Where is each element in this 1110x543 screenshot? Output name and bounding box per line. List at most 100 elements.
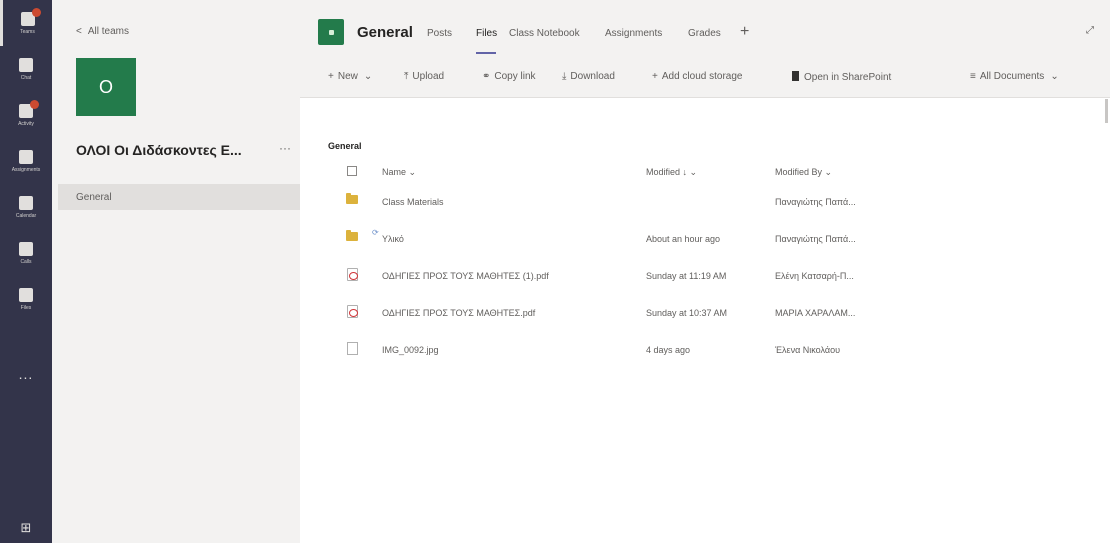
expand-icon[interactable]: ⤢ [1086,25,1094,36]
file-modified-by: Έλενα Νικολάου [775,344,840,355]
link-icon: ⚭ [482,71,491,82]
teams-icon [20,7,41,26]
scrollbar[interactable] [1105,99,1108,123]
rail-item-chat[interactable]: Chat [0,46,52,92]
file-name[interactable]: Class Materials [382,183,444,220]
tab-assignments[interactable]: Assignments [605,28,662,39]
file-name[interactable]: ΟΔΗΓΙΕΣ ΠΡΟΣ ΤΟΥΣ ΜΑΘΗΤΕΣ (1).pdf [382,257,549,294]
folder-icon [346,230,358,241]
all-teams-link[interactable]: < All teams [76,26,129,37]
file-modified: About an hour ago [646,233,721,244]
file-name[interactable]: IMG_0092.jpg [382,331,439,368]
add-cloud-label: Add cloud storage [661,71,743,82]
rail-label: Calendar [15,212,37,219]
rail-item-calendar[interactable]: Calendar [0,184,52,230]
rail-label: Assignments [11,166,41,173]
chevron-left-icon: < [76,26,82,37]
bell-icon [19,99,39,118]
tab-grades[interactable]: Grades [688,28,721,39]
sync-icon: ⟳ [372,228,379,237]
column-header-modified-by[interactable]: Modified By ⌄ [775,167,832,178]
main-panel: General Posts Files Class Notebook Assig… [300,0,1110,543]
file-modified: Sunday at 11:19 AM [646,270,727,281]
folder-icon [346,193,358,204]
back-link-label: All teams [87,26,129,37]
team-name: ΟΛΟΙ Οι Διδάσκοντες Ε... [76,142,242,158]
team-sidebar: < All teams O ΟΛΟΙ Οι Διδάσκοντες Ε... ·… [52,0,300,543]
file-modified: Sunday at 10:37 AM [646,307,728,318]
upload-label: Upload [412,71,445,82]
new-button[interactable]: + New ⌄ [328,71,376,82]
upload-button[interactable]: ⤒ Upload [404,71,444,82]
calendar-icon [19,195,33,210]
view-icon: ≡ [970,71,976,82]
add-tab-button[interactable]: + [740,23,749,41]
channel-title: General [357,24,413,41]
pdf-file-icon [347,305,358,318]
plus-icon: + [652,71,658,82]
select-all-checkbox[interactable] [347,166,357,176]
channel-avatar [318,19,344,45]
add-cloud-storage-button[interactable]: + Add cloud storage [652,71,742,82]
all-documents-dropdown[interactable]: ≡ All Documents ⌄ [970,71,1063,82]
file-modified-by: ΜΑΡΙΑ ΧΑΡΑΛΑΜ... [775,307,856,318]
download-label: Download [570,71,615,82]
rail-label: Calls [20,258,32,265]
column-header-modified[interactable]: Modified ↓ ⌄ [646,167,697,178]
new-label: New [337,71,358,82]
file-icon [19,287,33,302]
chat-icon [19,57,33,72]
file-modified-by: Παναγιώτης Παπά... [775,233,856,244]
table-row[interactable]: IMG_0092.jpg 4 days ago Έλενα Νικολάου [300,331,1110,368]
open-sharepoint-label: Open in SharePoint [804,72,892,83]
image-file-icon [347,342,358,355]
chevron-down-icon: ⌄ [1050,71,1059,82]
notification-badge [30,99,39,109]
download-icon: ⤓ [562,71,567,82]
table-row[interactable]: ΟΔΗΓΙΕΣ ΠΡΟΣ ΤΟΥΣ ΜΑΘΗΤΕΣ.pdf Sunday at … [300,294,1110,331]
upload-icon: ⤒ [404,71,409,82]
copy-link-label: Copy link [494,71,536,82]
table-row[interactable]: ΟΔΗΓΙΕΣ ΠΡΟΣ ΤΟΥΣ ΜΑΘΗΤΕΣ (1).pdf Sunday… [300,257,1110,294]
rail-item-activity[interactable]: Activity [0,92,52,138]
table-row[interactable]: Class Materials Παναγιώτης Παπά... [300,183,1110,220]
files-toolbar: + New ⌄ ⤒ Upload ⚭ Copy link ⤓ Download + Add … [300,58,1110,98]
tab-files[interactable]: Files [476,28,497,39]
active-tab-indicator [476,52,496,54]
table-row[interactable]: ⟳ Υλικό About an hour ago Παναγιώτης Παπ… [300,220,1110,257]
rail-label: Chat [20,74,32,81]
all-documents-label: All Documents [979,71,1045,82]
notification-badge [31,7,41,17]
sharepoint-icon [792,71,799,81]
rail-item-assignments[interactable]: Assignments [0,138,52,184]
rail-label: Activity [18,120,34,127]
rail-label: Files [20,304,32,311]
rail-item-teams[interactable]: Teams [0,0,52,46]
file-modified-by: Παναγιώτης Παπά... [775,196,856,207]
tab-posts[interactable]: Posts [427,28,452,39]
rail-item-files[interactable]: Files [0,276,52,322]
files-content: General Name ⌄ Modified ↓ ⌄ Modified By … [300,99,1110,543]
column-header-name[interactable]: Name ⌄ [382,167,416,178]
rail-item-calls[interactable]: Calls [0,230,52,276]
open-in-sharepoint-button[interactable]: Open in SharePoint [792,71,891,83]
file-modified: 4 days ago [646,344,691,355]
apps-icon[interactable]: ⊞ [0,520,52,536]
file-name[interactable]: Υλικό [382,220,404,257]
breadcrumb: General [328,141,362,151]
more-options-icon[interactable]: ··· [279,141,291,155]
file-name[interactable]: ΟΔΗΓΙΕΣ ΠΡΟΣ ΤΟΥΣ ΜΑΘΗΤΕΣ.pdf [382,294,535,331]
chevron-down-icon: ⌄ [363,71,373,82]
app-rail: Teams Chat Activity Assignments Calendar… [0,0,52,543]
assignments-icon [19,149,33,164]
channel-header: General Posts Files Class Notebook Assig… [300,0,1110,58]
copy-link-button[interactable]: ⚭ Copy link [482,71,536,82]
more-apps-button[interactable]: ... [0,366,52,382]
channel-item-general[interactable]: General [58,184,300,210]
team-avatar: O [76,58,136,116]
tab-class-notebook[interactable]: Class Notebook [509,28,580,39]
file-modified-by: Ελένη Κατσαρή-Π... [775,270,854,281]
rail-label: Teams [20,28,35,35]
plus-icon: + [328,71,334,82]
download-button[interactable]: ⤓ Download [562,71,615,82]
